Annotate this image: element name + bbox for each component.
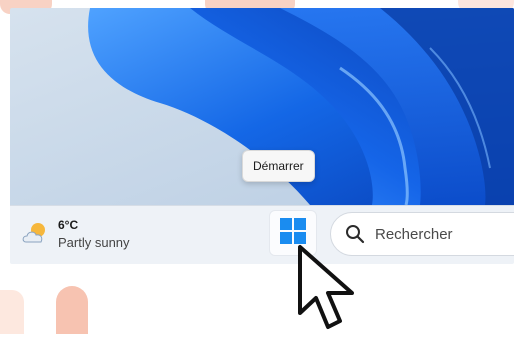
weather-widget[interactable]: 6°C Partly sunny: [20, 216, 130, 252]
partly-sunny-icon: [20, 219, 50, 249]
weather-temperature: 6°C: [58, 218, 79, 232]
start-tooltip: Démarrer: [242, 150, 315, 182]
weather-condition: Partly sunny: [58, 235, 130, 250]
taskbar: 6°C Partly sunny Rechercher: [10, 205, 514, 264]
search-icon: [345, 224, 365, 244]
watermark-shape: [0, 290, 24, 334]
mouse-pointer-icon: [296, 243, 362, 333]
watermark-shape: [56, 286, 88, 334]
search-label: Rechercher: [375, 225, 453, 243]
desktop-screen: Démarrer 6°C Partly sunny Rechercher: [10, 8, 514, 264]
